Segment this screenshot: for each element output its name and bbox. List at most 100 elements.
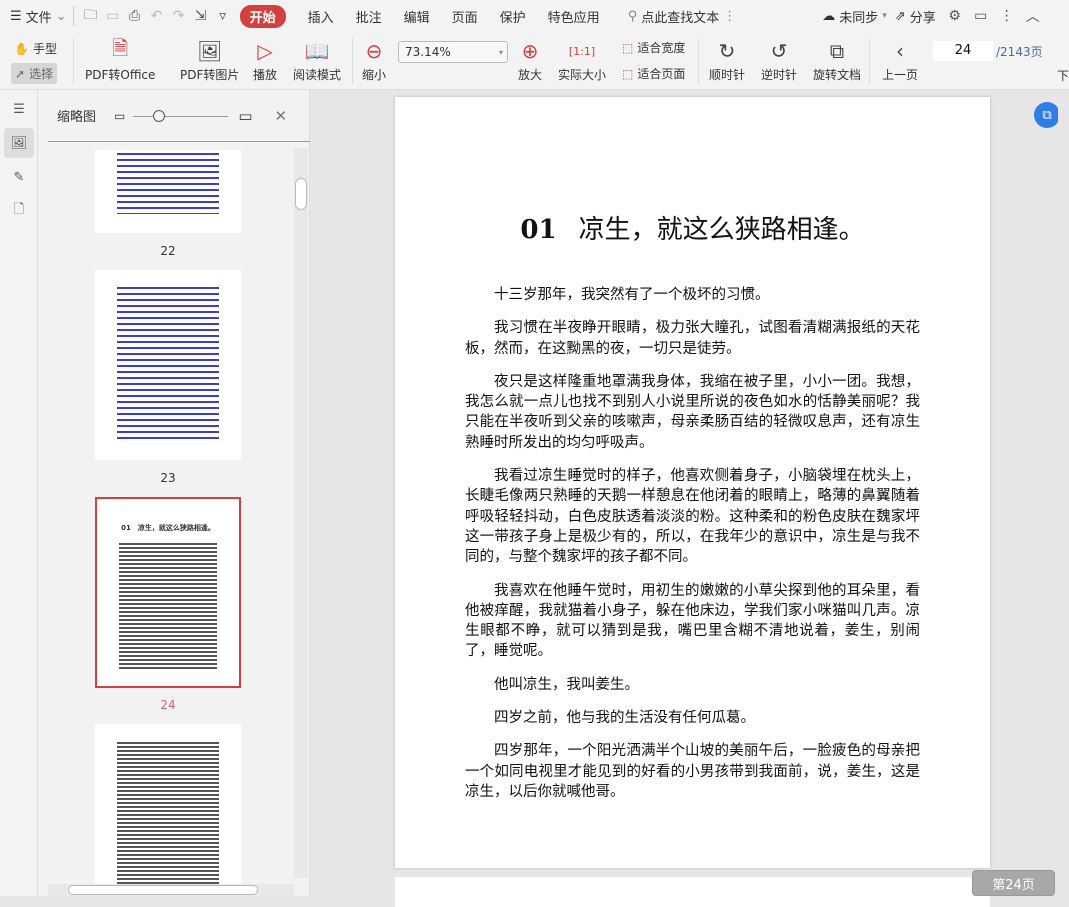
book-icon: 📖 xyxy=(304,39,330,63)
rotate-document-button[interactable]: ⧉ 旋转文档 xyxy=(813,36,861,83)
file-menu[interactable]: ☰ 文件 ⌄ xyxy=(10,7,67,26)
rotate-document-label: 旋转文档 xyxy=(813,68,862,82)
actual-size-label: 实际大小 xyxy=(558,68,607,82)
rotate-document-icon: ⧉ xyxy=(829,39,845,63)
play-button[interactable]: ▷ 播放 xyxy=(253,36,277,83)
document-scrollbar[interactable] xyxy=(1058,90,1069,896)
thumbnail-vertical-scrollbar[interactable] xyxy=(294,148,308,878)
counterclockwise-label: 逆时针 xyxy=(761,68,798,82)
tab-start[interactable]: 开始 xyxy=(239,4,286,28)
rotate-counterclockwise-button[interactable]: ↺ 逆时针 xyxy=(761,36,797,83)
zoom-out-label: 缩小 xyxy=(362,68,387,82)
thumbnail-page-23[interactable] xyxy=(95,270,241,460)
chapter-title-text: 凉生，就这么狭路相逢。 xyxy=(578,215,865,245)
more-vertical-icon[interactable]: ⋮ xyxy=(996,6,1018,26)
print-icon[interactable]: ⎙ xyxy=(124,6,146,26)
zoom-out-button[interactable]: ⊖ 缩小 xyxy=(362,36,386,83)
thumbnail-image-icon[interactable]: 🖼 xyxy=(4,128,34,158)
cloud-icon: ☁ xyxy=(822,8,836,24)
thumbnail-size-slider[interactable] xyxy=(133,109,229,122)
save-icon[interactable]: ▭ xyxy=(102,6,124,26)
share-button[interactable]: ⇗ 分享 xyxy=(895,7,936,26)
thumbnail-page-24[interactable]: 01 凉生，就这么狭路相逢。 xyxy=(95,497,241,688)
small-image-icon[interactable]: ▭ xyxy=(114,109,125,123)
image-icon: 🖼 xyxy=(197,39,223,63)
paragraph: 我喜欢在他睡午觉时，用初生的嫩嫩的小草尖探到他的耳朵里，看他被痒醒，我就猫着小身… xyxy=(465,582,920,660)
undo-icon[interactable]: ↶ xyxy=(146,6,168,26)
rotate-clockwise-button[interactable]: ↻ 顺时针 xyxy=(709,36,745,83)
panel-title: 缩略图 xyxy=(57,110,97,125)
zoom-select[interactable]: 73.14% ▾ xyxy=(398,41,508,63)
hand-icon: ✋ xyxy=(14,41,29,56)
sync-button[interactable]: ☁ 未同步 ▾ xyxy=(822,7,887,26)
share-label: 分享 xyxy=(909,10,936,26)
read-mode-button[interactable]: 📖 阅读模式 xyxy=(293,36,341,83)
play-icon: ▷ xyxy=(257,39,273,63)
ribbon-toolbar: ✋ 手型 ➚ 选择 🗎 PDF转Office 🖼 PDF转图片 ▷ 播放 📖 阅读模式 ⊖ 缩… xyxy=(0,32,1069,90)
collapse-chevron-up-icon[interactable]: ︿ xyxy=(1022,6,1044,26)
thumbnail-horizontal-scrollbar[interactable] xyxy=(48,884,294,896)
tab-edit[interactable]: 编辑 xyxy=(404,7,430,26)
more-dropdown-icon[interactable]: ▿ xyxy=(212,6,234,26)
page-number-input[interactable]: 24 xyxy=(933,41,993,61)
actual-size-icon: [1:1] xyxy=(568,44,596,58)
pdf-to-office-label: PDF转Office xyxy=(85,68,156,82)
file-label: 文件 xyxy=(25,10,52,26)
play-label: 播放 xyxy=(253,68,278,82)
large-image-icon[interactable]: ▭ xyxy=(238,107,252,125)
outline-list-icon[interactable]: ☰ xyxy=(4,94,34,124)
rotate-clockwise-icon: ↻ xyxy=(718,39,736,63)
read-mode-label: 阅读模式 xyxy=(293,68,342,82)
paragraph: 四岁那年，一个阳光洒满半个山坡的美丽午后，一脸疲色的母亲把一个如同电视里才能见到… xyxy=(465,743,920,800)
close-icon[interactable]: ✕ xyxy=(275,107,288,125)
more-vertical-icon: ⋮ xyxy=(723,8,737,24)
tab-page[interactable]: 页面 xyxy=(452,7,478,26)
actual-size-button[interactable]: [1:1] 实际大小 xyxy=(558,36,606,83)
zoom-out-icon: ⊖ xyxy=(365,39,383,63)
signature-icon[interactable]: 🗋 xyxy=(4,196,34,226)
pdf-to-office-button[interactable]: 🗎 PDF转Office xyxy=(85,36,155,83)
slider-handle[interactable] xyxy=(153,109,166,122)
paragraph: 我习惯在半夜睁开眼睛，极力张大瞳孔，试图看清糊满报纸的天花板，然而，在这黝黑的夜… xyxy=(465,320,920,357)
fit-page-button[interactable]: ⬚ 适合页面 xyxy=(622,65,685,82)
sync-label: 未同步 xyxy=(839,10,879,26)
tab-insert[interactable]: 插入 xyxy=(308,7,334,26)
zoom-in-label: 放大 xyxy=(518,68,543,82)
zoom-in-button[interactable]: ⊕ 放大 xyxy=(518,36,542,83)
zoom-in-icon: ⊕ xyxy=(521,39,539,63)
tab-features[interactable]: 特色应用 xyxy=(548,7,600,26)
rotate-counterclockwise-icon: ↺ xyxy=(770,39,788,63)
thumbnail-page-22[interactable] xyxy=(95,150,241,233)
pdf-to-image-button[interactable]: 🖼 PDF转图片 xyxy=(180,36,239,83)
search-placeholder: 点此查找文本 xyxy=(641,10,720,26)
hand-tool[interactable]: ✋ 手型 xyxy=(14,40,57,57)
search-box[interactable]: ⚲ 点此查找文本 ⋮ xyxy=(628,7,737,26)
page-total: /2143页 xyxy=(996,45,1043,59)
fit-page-icon: ⬚ xyxy=(622,66,634,81)
tab-annotate[interactable]: 批注 xyxy=(356,7,382,26)
scroll-thumb[interactable] xyxy=(68,885,258,895)
select-tool[interactable]: ➚ 选择 xyxy=(11,63,58,84)
thumbnail-panel: 缩略图 ▭ ▭ ✕ 22 23 01 凉生，就这么狭路相逢。 24 xyxy=(38,90,310,896)
paragraph: 他叫凉生，我叫姜生。 xyxy=(494,676,639,693)
thumbnail-label: 22 xyxy=(160,244,176,258)
document-page: 01 凉生，就这么狭路相逢。 十三岁那年，我突然有了一个极坏的习惯。 我习惯在半夜… xyxy=(395,97,990,868)
hamburger-icon: ☰ xyxy=(10,8,22,24)
dropdown-caret-icon: ▾ xyxy=(498,47,503,57)
settings-gear-icon[interactable]: ⚙ xyxy=(944,6,966,26)
open-folder-icon[interactable]: 🗀 xyxy=(80,6,102,26)
scroll-thumb[interactable] xyxy=(295,178,307,210)
export-icon[interactable]: ⇲ xyxy=(190,6,212,26)
thumbnail-page-25[interactable] xyxy=(95,724,241,886)
annotation-icon[interactable]: ✎ xyxy=(4,162,34,192)
fit-width-button[interactable]: ⬚ 适合宽度 xyxy=(622,39,685,56)
redo-icon[interactable]: ↷ xyxy=(168,6,190,26)
prev-page-button[interactable]: ‹ 上一页 xyxy=(882,36,918,83)
feedback-icon[interactable]: ▭ xyxy=(970,6,992,26)
tab-protect[interactable]: 保护 xyxy=(500,7,526,26)
paragraph: 我看过凉生睡觉时的样子，他喜欢侧着身子，小脑袋埋在枕头上，长睫毛像两只熟睡的天鹅… xyxy=(465,468,920,566)
floating-convert-icon[interactable]: ⧉ xyxy=(1034,102,1060,128)
fit-width-label: 适合宽度 xyxy=(637,41,686,55)
next-page-button[interactable]: 下 xyxy=(1057,67,1069,84)
share-icon: ⇗ xyxy=(894,8,906,24)
